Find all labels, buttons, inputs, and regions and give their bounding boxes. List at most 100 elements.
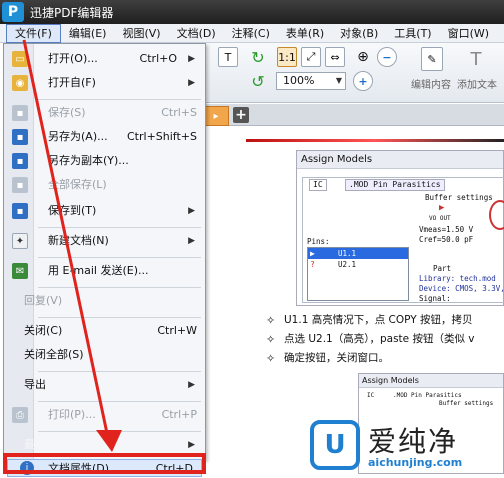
list-item: ✧ 确定按钮，关闭窗口。 <box>266 349 504 368</box>
menu-separator <box>38 317 201 318</box>
menu-item-send-email[interactable]: ✉ 用 E-mail 发送(E)... <box>4 260 205 282</box>
zoom-in-icon[interactable]: + <box>353 71 373 91</box>
menu-item-shortcut: Ctrl+W <box>157 324 197 337</box>
save-as-icon: ▪ <box>12 129 28 145</box>
menu-separator <box>38 227 201 228</box>
menu-item-save-to[interactable]: ▪ 保存到(T) ▶ <box>4 200 205 222</box>
chevron-down-icon: ▼ <box>335 76 342 85</box>
chevron-right-icon: ▶ <box>188 78 195 88</box>
signal-label: Signal: <box>419 294 451 303</box>
menu-item-recent-files[interactable]: 最近文件 ▶ <box>4 434 205 452</box>
watermark: U 爱纯净 aichunjing.com <box>304 418 504 474</box>
menu-object[interactable]: 对象(B) <box>332 24 386 43</box>
list-item: ✧ 点选 U2.1（高亮），paste 按钮（类似 v <box>266 330 504 349</box>
menu-view[interactable]: 视图(V) <box>114 24 168 43</box>
chevron-right-icon: ▶ <box>188 440 195 450</box>
add-text-label[interactable]: 添加文本 <box>457 76 497 91</box>
menu-item-shortcut: Ctrl+Shift+S <box>127 130 197 143</box>
menu-item-close[interactable]: 关闭(C) Ctrl+W <box>4 320 205 342</box>
actual-size-icon[interactable]: 1:1 <box>277 47 297 67</box>
menu-item-label: 另存为副本(Y)... <box>48 154 129 167</box>
watermark-title: 爱纯净 <box>368 425 459 458</box>
menu-separator <box>38 99 201 100</box>
menu-item-label: 新建文档(N) <box>48 234 109 247</box>
add-text-icon[interactable]: T <box>465 47 487 71</box>
menu-tools[interactable]: 工具(T) <box>386 24 439 43</box>
file-menu-dropdown: ▭ 打开(O)... Ctrl+O ▶ ◉ 打开自(F) ▶ ▪ 保存(S) C… <box>3 43 206 460</box>
menu-item-save[interactable]: ▪ 保存(S) Ctrl+S <box>4 102 205 124</box>
tab-ic: IC <box>309 179 327 191</box>
menu-item-open-from[interactable]: ◉ 打开自(F) ▶ <box>4 72 205 94</box>
menu-item-save-all[interactable]: ▪ 全部保存(L) <box>4 174 205 196</box>
menu-item-label: 保存(S) <box>48 106 86 119</box>
annotation-highlight-box <box>3 453 206 474</box>
library-label: Library: tech.mod <box>419 274 496 283</box>
menu-separator <box>38 401 201 402</box>
menu-item-label: 关闭全部(S) <box>24 348 84 361</box>
embedded-screenshot-assign-models: Assign Models IC .MOD Pin Parasitics Buf… <box>296 150 504 306</box>
fit-width-icon[interactable]: ⇔ <box>325 47 345 67</box>
new-tab-button[interactable]: + <box>233 107 249 123</box>
menu-item-save-copy[interactable]: ▪ 另存为副本(Y)... <box>4 150 205 172</box>
menu-separator <box>38 287 201 288</box>
edit-content-icon[interactable]: ✎ <box>421 47 443 71</box>
menu-item-revert[interactable]: 回复(V) <box>4 290 205 312</box>
dialog-body: IC .MOD Pin Parasitics Buffer settings ▶… <box>302 177 504 303</box>
play-icon: ▶ <box>310 249 315 258</box>
menu-item-close-all[interactable]: 关闭全部(S) <box>4 344 205 366</box>
cref-label: Cref=50.0 pF <box>419 235 474 244</box>
print-icon: ⎙ <box>12 407 28 423</box>
text-select-icon[interactable]: T <box>218 47 238 67</box>
save-all-icon: ▪ <box>12 177 28 193</box>
menu-item-export[interactable]: 导出 ▶ <box>4 374 205 396</box>
question-icon: ? <box>310 260 315 269</box>
menu-comment[interactable]: 注释(C) <box>224 24 278 43</box>
diamond-bullet-icon: ✧ <box>266 314 276 327</box>
menu-item-label: 打印(P)... <box>48 408 96 421</box>
save-copy-icon: ▪ <box>12 153 28 169</box>
pins-label: Pins: <box>307 237 330 246</box>
menu-file[interactable]: 文件(F) <box>6 23 61 43</box>
buffer-symbol-icon: ▶ <box>439 203 445 213</box>
buffer-settings-label: Buffer settings <box>439 400 494 407</box>
marquee-zoom-icon[interactable]: ⊕ <box>353 47 373 67</box>
menu-form[interactable]: 表单(R) <box>278 24 332 43</box>
menu-item-label: 打开自(F) <box>48 76 96 89</box>
zoom-out-icon[interactable]: − <box>377 47 397 67</box>
menu-item-save-as[interactable]: ▪ 另存为(A)... Ctrl+Shift+S <box>4 126 205 148</box>
menu-document[interactable]: 文档(D) <box>169 24 224 43</box>
app-logo-icon: P <box>2 2 24 22</box>
fit-page-icon[interactable]: ⤢ <box>301 47 321 67</box>
window-title: 迅捷PDF编辑器 <box>30 5 114 20</box>
zoom-value: 100% <box>283 74 315 87</box>
menu-separator <box>38 257 201 258</box>
rotate-icon[interactable]: ↻ <box>248 47 268 67</box>
menu-window[interactable]: 窗口(W) <box>440 24 497 43</box>
menu-item-label: 最近文件 <box>24 438 68 451</box>
menu-item-print[interactable]: ⎙ 打印(P)... Ctrl+P <box>4 404 205 426</box>
edit-content-label[interactable]: 编辑内容 <box>411 76 451 91</box>
folder-open-icon: ▭ <box>12 51 28 67</box>
toolbar: T ↻ ↺ 1:1 ⤢ ⇔ ⊕ + − ✎ T 编辑内容 添加文本 <box>203 43 504 103</box>
rotate-back-icon[interactable]: ↺ <box>248 71 268 91</box>
page-rule <box>246 139 504 142</box>
email-icon: ✉ <box>12 263 28 279</box>
watermark-logo-icon: U <box>310 420 360 470</box>
vo-out-label: VO OUT <box>429 215 451 222</box>
menu-item-new-document[interactable]: ✦ 新建文档(N) ▶ <box>4 230 205 252</box>
menu-edit[interactable]: 编辑(E) <box>61 24 115 43</box>
tab-mod-pin-parasitics: .MOD Pin Parasitics <box>393 392 462 399</box>
title-bar: P 迅捷PDF编辑器 <box>0 0 504 24</box>
buffer-settings-label: Buffer settings <box>425 193 493 202</box>
zoom-select[interactable]: 100% ▼ <box>276 72 346 90</box>
instruction-list: ✧ U1.1 高亮情况下，点 COPY 按钮，拷贝 ✧ 点选 U2.1（高亮），pa… <box>266 311 504 368</box>
tab-mod-pin-parasitics: .MOD Pin Parasitics <box>345 179 445 191</box>
list-item: ? U2.1 <box>310 260 357 269</box>
menu-item-label: 导出 <box>24 378 46 391</box>
menu-item-open[interactable]: ▭ 打开(O)... Ctrl+O ▶ <box>4 48 205 70</box>
document-tab[interactable]: ▸ <box>203 106 229 126</box>
watermark-url: aichunjing.com <box>368 456 463 469</box>
menu-item-label: 关闭(C) <box>24 324 63 337</box>
menu-item-label: 打开(O)... <box>48 52 98 65</box>
chevron-right-icon: ▶ <box>188 54 195 64</box>
